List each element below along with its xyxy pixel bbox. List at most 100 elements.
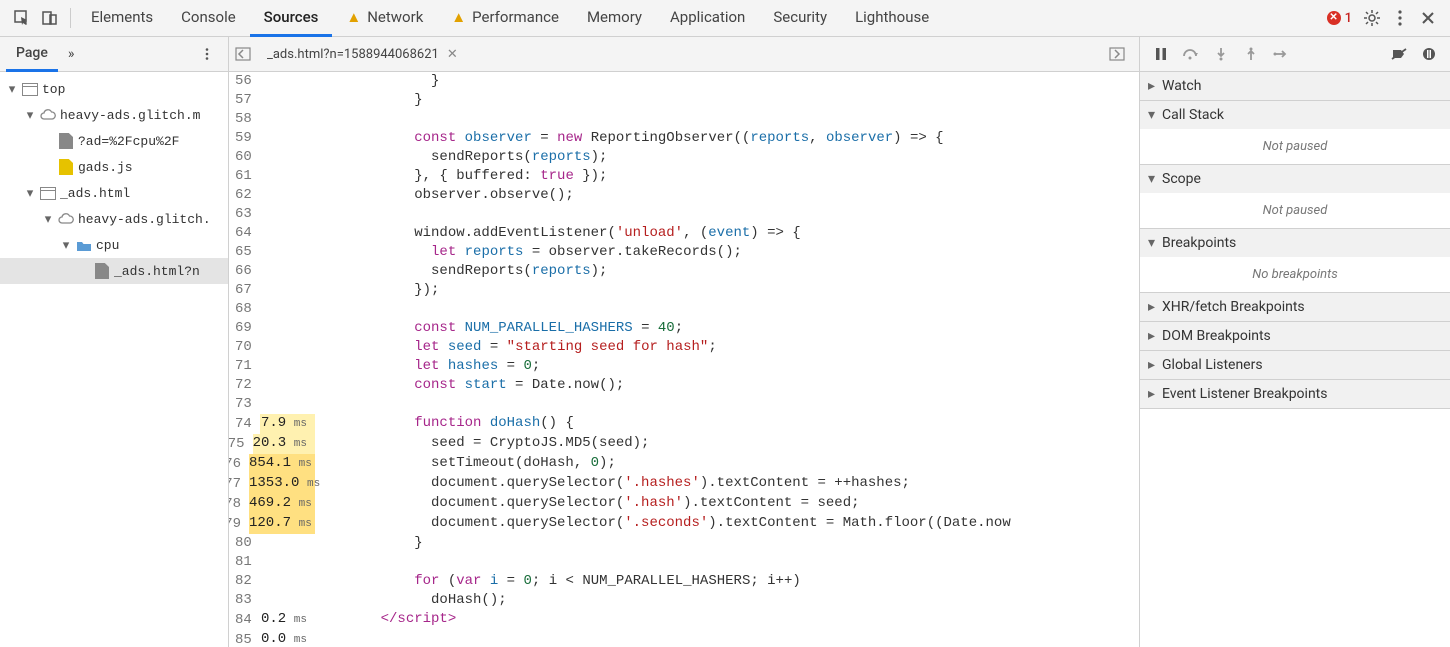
line-gutter[interactable]: 60	[229, 148, 321, 167]
step-over-icon[interactable]	[1176, 39, 1206, 69]
line-gutter[interactable]: 71	[229, 357, 321, 376]
code-line[interactable]: 60 sendReports(reports);	[229, 148, 1139, 167]
line-gutter[interactable]: 67	[229, 281, 321, 300]
code-line[interactable]: 850.0 ms	[229, 630, 1139, 647]
tree-item[interactable]: ▾top	[0, 76, 228, 102]
code-editor[interactable]: 56 }57 }58 59 const observer = new Repor…	[229, 72, 1139, 647]
nav-back-icon[interactable]	[235, 47, 259, 61]
navigator-kebab-icon[interactable]	[200, 47, 222, 61]
code-line[interactable]: 68	[229, 300, 1139, 319]
pause-button-icon[interactable]	[1146, 39, 1176, 69]
inspect-element-icon[interactable]	[8, 4, 36, 32]
code-line[interactable]: 771353.0 ms document.querySelector('.has…	[229, 474, 1139, 494]
tree-item[interactable]: ▾cpu	[0, 232, 228, 258]
line-gutter[interactable]: 68	[229, 300, 321, 319]
expand-arrow-icon[interactable]: ▾	[6, 82, 18, 97]
expand-arrow-icon[interactable]: ▾	[24, 108, 36, 123]
code-line[interactable]: 71 let hashes = 0;	[229, 357, 1139, 376]
code-line[interactable]: 65 let reports = observer.takeRecords();	[229, 243, 1139, 262]
line-gutter[interactable]: 80	[229, 534, 321, 553]
debug-section-header[interactable]: ▾Breakpoints	[1140, 229, 1450, 257]
top-tab-network[interactable]: ▲Network	[332, 0, 437, 34]
line-gutter[interactable]: 63	[229, 205, 321, 224]
line-gutter[interactable]: 83	[229, 591, 321, 610]
tree-item[interactable]: ▾heavy-ads.glitch.	[0, 206, 228, 232]
file-tree[interactable]: ▾top▾heavy-ads.glitch.m?ad=%2Fcpu%2Fgads…	[0, 72, 228, 647]
code-line[interactable]: 69 const NUM_PARALLEL_HASHERS = 40;	[229, 319, 1139, 338]
code-line[interactable]: 80 }	[229, 534, 1139, 553]
line-gutter[interactable]: 771353.0 ms	[229, 474, 321, 494]
step-icon[interactable]	[1266, 39, 1296, 69]
line-gutter[interactable]: 81	[229, 553, 321, 572]
kebab-menu-icon[interactable]	[1386, 4, 1414, 32]
step-into-icon[interactable]	[1206, 39, 1236, 69]
debug-section-header[interactable]: ▸XHR/fetch Breakpoints	[1140, 293, 1450, 321]
navigator-more-tabs-icon[interactable]: »	[58, 38, 85, 71]
debug-section-header[interactable]: ▸Event Listener Breakpoints	[1140, 380, 1450, 408]
code-line[interactable]: 62 observer.observe();	[229, 186, 1139, 205]
code-line[interactable]: 70 let seed = "starting seed for hash";	[229, 338, 1139, 357]
top-tab-elements[interactable]: Elements	[77, 0, 167, 34]
editor-file-tab[interactable]: _ads.html?n=1588944068621 ✕	[259, 42, 466, 66]
code-line[interactable]: 76854.1 ms setTimeout(doHash, 0);	[229, 454, 1139, 474]
code-line[interactable]: 59 const observer = new ReportingObserve…	[229, 129, 1139, 148]
code-line[interactable]: 57 }	[229, 91, 1139, 110]
code-line[interactable]: 840.2 ms </script>	[229, 610, 1139, 630]
deactivate-breakpoints-icon[interactable]	[1384, 39, 1414, 69]
navigator-subtab-page[interactable]: Page	[6, 37, 58, 72]
top-tab-sources[interactable]: Sources	[250, 0, 333, 37]
code-line[interactable]: 747.9 ms function doHash() {	[229, 414, 1139, 434]
code-line[interactable]: 82 for (var i = 0; i < NUM_PARALLEL_HASH…	[229, 572, 1139, 591]
line-gutter[interactable]: 64	[229, 224, 321, 243]
line-gutter[interactable]: 850.0 ms	[229, 630, 321, 647]
device-toolbar-icon[interactable]	[36, 4, 64, 32]
top-tab-performance[interactable]: ▲Performance	[437, 0, 573, 34]
close-tab-icon[interactable]: ✕	[447, 47, 458, 62]
tree-item[interactable]: ▾_ads.html	[0, 180, 228, 206]
code-line[interactable]: 67 });	[229, 281, 1139, 300]
line-gutter[interactable]: 66	[229, 262, 321, 281]
line-gutter[interactable]: 70	[229, 338, 321, 357]
debug-section-header[interactable]: ▸Global Listeners	[1140, 351, 1450, 379]
line-gutter[interactable]: 62	[229, 186, 321, 205]
code-line[interactable]: 64 window.addEventListener('unload', (ev…	[229, 224, 1139, 243]
code-line[interactable]: 58	[229, 110, 1139, 129]
line-gutter[interactable]: 56	[229, 72, 321, 91]
code-line[interactable]: 63	[229, 205, 1139, 224]
line-gutter[interactable]: 72	[229, 376, 321, 395]
tree-item[interactable]: gads.js	[0, 154, 228, 180]
line-gutter[interactable]: 840.2 ms	[229, 610, 321, 630]
debug-section-header[interactable]: ▾Call Stack	[1140, 101, 1450, 129]
nav-forward-icon[interactable]	[1109, 47, 1133, 61]
line-gutter[interactable]: 79120.7 ms	[229, 514, 321, 534]
line-gutter[interactable]: 76854.1 ms	[229, 454, 321, 474]
top-tab-memory[interactable]: Memory	[573, 0, 656, 34]
line-gutter[interactable]: 69	[229, 319, 321, 338]
debug-section-header[interactable]: ▸Watch	[1140, 72, 1450, 100]
error-count-badge[interactable]: ✕ 1	[1327, 11, 1352, 26]
pause-on-exceptions-icon[interactable]	[1414, 39, 1444, 69]
line-gutter[interactable]: 747.9 ms	[229, 414, 321, 434]
debug-section-header[interactable]: ▾Scope	[1140, 165, 1450, 193]
debug-section-header[interactable]: ▸DOM Breakpoints	[1140, 322, 1450, 350]
code-line[interactable]: 79120.7 ms document.querySelector('.seco…	[229, 514, 1139, 534]
code-line[interactable]: 81	[229, 553, 1139, 572]
expand-arrow-icon[interactable]: ▾	[60, 238, 72, 253]
code-line[interactable]: 61 }, { buffered: true });	[229, 167, 1139, 186]
top-tab-security[interactable]: Security	[759, 0, 841, 34]
close-devtools-icon[interactable]	[1414, 4, 1442, 32]
settings-icon[interactable]	[1358, 4, 1386, 32]
expand-arrow-icon[interactable]: ▾	[42, 212, 54, 227]
line-gutter[interactable]: 59	[229, 129, 321, 148]
line-gutter[interactable]: 58	[229, 110, 321, 129]
code-line[interactable]: 83 doHash();	[229, 591, 1139, 610]
tree-item[interactable]: ▾heavy-ads.glitch.m	[0, 102, 228, 128]
code-line[interactable]: 72 const start = Date.now();	[229, 376, 1139, 395]
expand-arrow-icon[interactable]: ▾	[24, 186, 36, 201]
tree-item[interactable]: ?ad=%2Fcpu%2F	[0, 128, 228, 154]
line-gutter[interactable]: 57	[229, 91, 321, 110]
top-tab-application[interactable]: Application	[656, 0, 759, 34]
line-gutter[interactable]: 78469.2 ms	[229, 494, 321, 514]
code-line[interactable]: 66 sendReports(reports);	[229, 262, 1139, 281]
top-tab-lighthouse[interactable]: Lighthouse	[841, 0, 943, 34]
